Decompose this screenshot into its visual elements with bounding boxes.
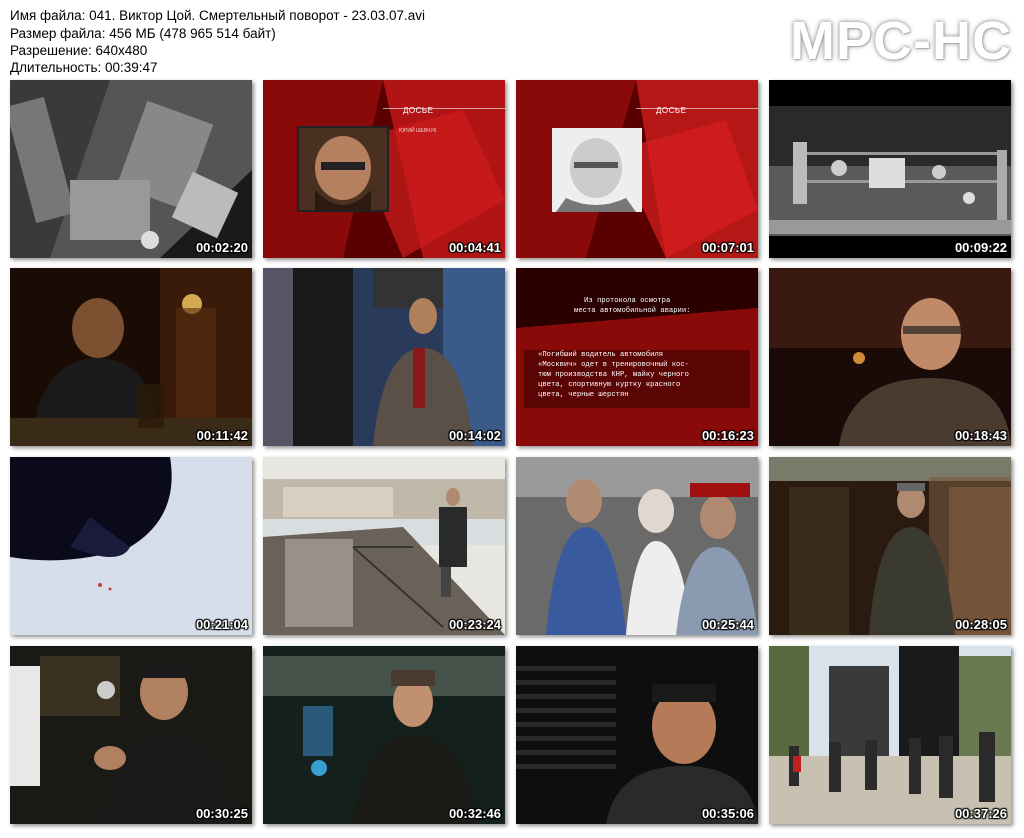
protocol-header-1: Из протокола осмотра: [584, 297, 671, 305]
thumbnail-12[interactable]: 00:28:05: [769, 457, 1011, 635]
protocol-line-2: «Москвич» одет в тренировочный кос-: [538, 361, 689, 369]
thumbnail-14-frame: [263, 646, 505, 824]
thumbnail-4-frame: [769, 80, 1011, 258]
timestamp: 00:09:22: [954, 240, 1007, 255]
thumbnail-5[interactable]: 00:11:42: [10, 268, 252, 446]
protocol-header-2: места автомобильной аварии:: [574, 307, 691, 315]
thumbnail-11[interactable]: 00:25:44: [516, 457, 758, 635]
timestamp: 00:02:20: [195, 240, 248, 255]
thumbnail-5-frame: [10, 268, 252, 446]
thumbnail-16[interactable]: 00:37:26: [769, 646, 1011, 824]
timestamp: 00:14:02: [448, 428, 501, 443]
protocol-line-3: тюм производства КНР, майку черного: [538, 371, 689, 379]
thumbnail-6-frame: [263, 268, 505, 446]
thumbnail-6[interactable]: 00:14:02: [263, 268, 505, 446]
thumbnail-7[interactable]: Из протокола осмотра места автомобильной…: [516, 268, 758, 446]
timestamp: 00:28:05: [954, 617, 1007, 632]
timestamp: 00:21:04: [195, 617, 248, 632]
thumbnail-9-frame: [10, 457, 252, 635]
thumbnail-13-frame: [10, 646, 252, 824]
timestamp: 00:32:46: [448, 806, 501, 821]
thumbnail-16-frame: [769, 646, 1011, 824]
thumbnail-3-frame: [516, 80, 758, 258]
timestamp: 00:30:25: [195, 806, 248, 821]
thumbnail-8[interactable]: 00:18:43: [769, 268, 1011, 446]
thumbnail-15-frame: [516, 646, 758, 824]
thumbnail-1-frame: [10, 80, 252, 258]
thumbnail-12-frame: [769, 457, 1011, 635]
thumbnail-grid: 00:02:20 ДОСЬЕ ЮРИЙ ШЕВЧУК 00:04:41 ДОСЬ…: [0, 0, 1024, 838]
timestamp: 00:23:24: [448, 617, 501, 632]
thumbnail-13[interactable]: 00:30:25: [10, 646, 252, 824]
timestamp: 00:35:06: [701, 806, 754, 821]
timestamp: 00:18:43: [954, 428, 1007, 443]
timestamp: 00:16:23: [701, 428, 754, 443]
protocol-line-1: «Погибший водитель автомобиля: [538, 351, 664, 359]
thumbnail-15[interactable]: 00:35:06: [516, 646, 758, 824]
thumbnail-1[interactable]: 00:02:20: [10, 80, 252, 258]
timestamp: 00:11:42: [196, 428, 248, 443]
timestamp: 00:37:26: [954, 806, 1007, 821]
thumbnail-2[interactable]: ДОСЬЕ ЮРИЙ ШЕВЧУК 00:04:41: [263, 80, 505, 258]
timestamp: 00:25:44: [701, 617, 754, 632]
timestamp: 00:04:41: [448, 240, 501, 255]
thumbnail-8-frame: [769, 268, 1011, 446]
thumbnail-3[interactable]: ДОСЬЕ 00:07:01: [516, 80, 758, 258]
thumbnail-2-frame: [263, 80, 505, 258]
thumbnail-14[interactable]: 00:32:46: [263, 646, 505, 824]
thumbnail-9[interactable]: 00:21:04: [10, 457, 252, 635]
dossier-subtitle: ЮРИЙ ШЕВЧУК: [399, 128, 437, 134]
thumbnail-10[interactable]: 00:23:24: [263, 457, 505, 635]
timestamp: 00:07:01: [701, 240, 754, 255]
thumbnail-11-frame: [516, 457, 758, 635]
dossier-title: ДОСЬЕ: [656, 106, 687, 115]
dossier-title: ДОСЬЕ: [403, 106, 434, 115]
protocol-line-5: цвета, черные шерстян: [538, 391, 629, 399]
thumbnail-10-frame: [263, 457, 505, 635]
thumbnail-4[interactable]: 00:09:22: [769, 80, 1011, 258]
protocol-line-4: цвета, спортивную куртку красного: [538, 381, 681, 389]
